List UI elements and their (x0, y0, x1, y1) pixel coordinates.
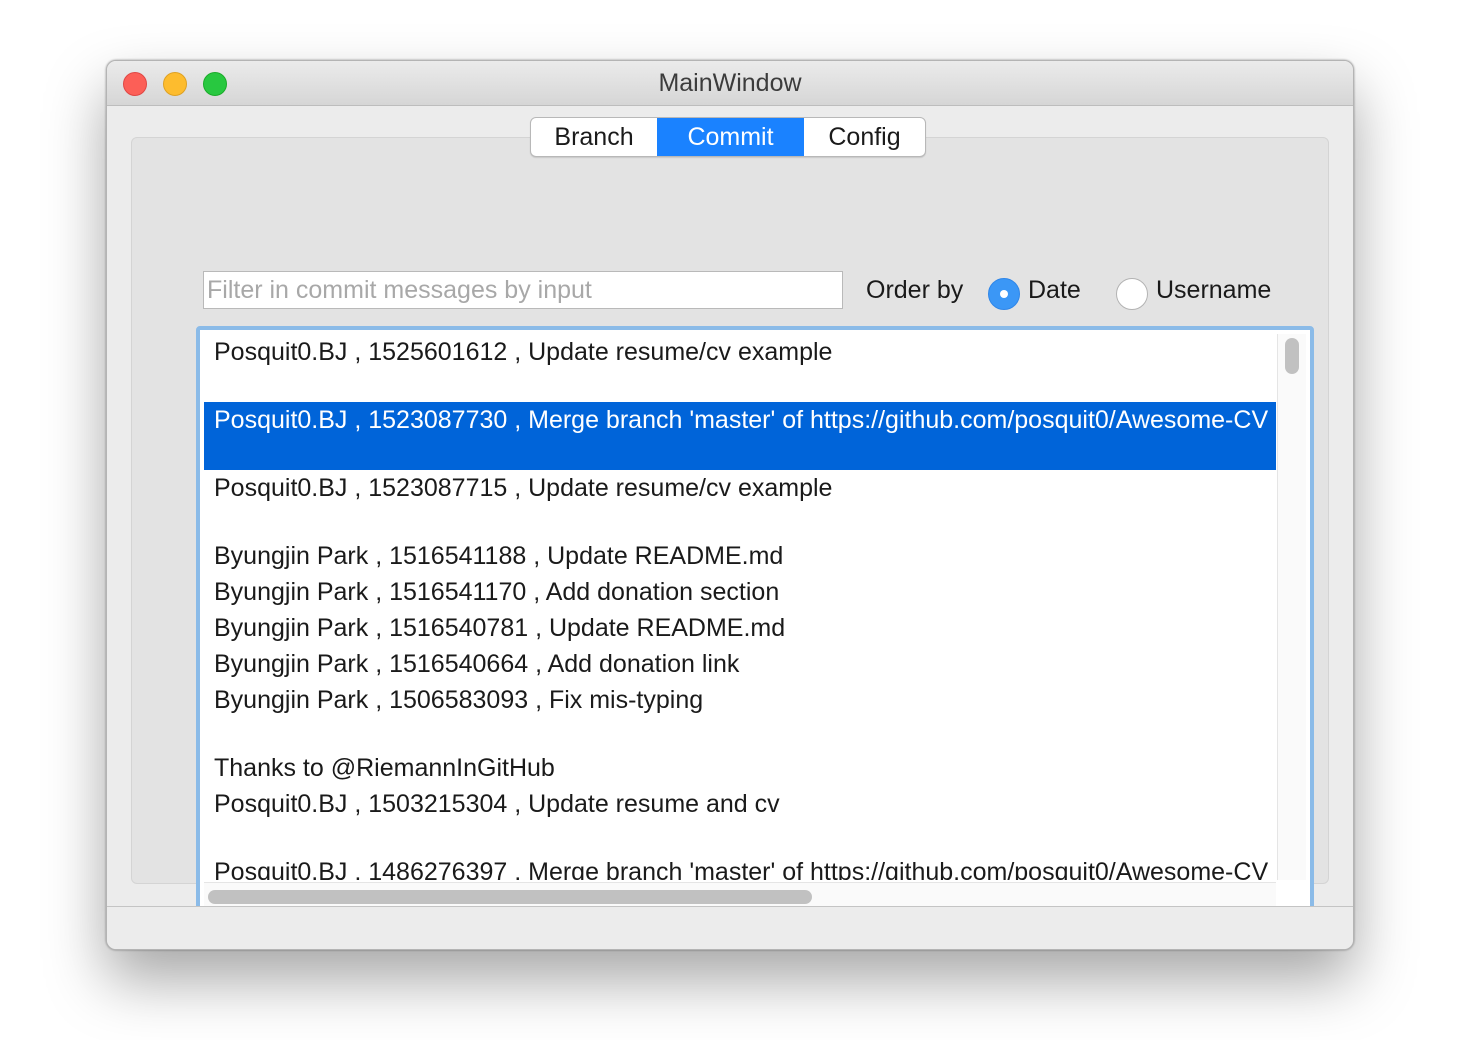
commit-row[interactable]: Byungjin Park , 1516541188 , Update READ… (204, 538, 1276, 574)
commit-row[interactable]: Posquit0.BJ , 1503215304 , Update resume… (204, 786, 1276, 854)
commit-row-text: Posquit0.BJ , 1523087715 , Update resume… (214, 474, 833, 502)
commit-row-text: Posquit0.BJ , 1525601612 , Update resume… (214, 338, 833, 366)
commit-row-text: Posquit0.BJ , 1486276397 , Merge branch … (214, 858, 1269, 880)
commit-row-text: Byungjin Park , 1506583093 , Fix mis-typ… (214, 686, 704, 714)
title-bar[interactable]: MainWindow (107, 61, 1353, 106)
commit-row[interactable]: Byungjin Park , 1516541170 , Add donatio… (204, 574, 1276, 610)
commit-row-text: Byungjin Park , 1516540781 , Update READ… (214, 614, 786, 642)
radio-date-selected-icon[interactable] (988, 278, 1020, 310)
commit-filter-input[interactable] (203, 271, 843, 309)
commit-row[interactable]: Posquit0.BJ , 1525601612 , Update resume… (204, 334, 1276, 402)
commit-row[interactable]: Posquit0.BJ , 1523087730 , Merge branch … (204, 402, 1276, 470)
vertical-scroll-thumb[interactable] (1285, 338, 1299, 374)
order-by-label: Order by (866, 276, 964, 304)
window-title: MainWindow (658, 69, 802, 97)
commit-row[interactable]: Byungjin Park , 1516540781 , Update READ… (204, 610, 1276, 646)
tab-config[interactable]: Config (804, 118, 925, 156)
commit-row-blank-line (214, 718, 1276, 750)
commit-row-blank-line (214, 438, 1276, 470)
commit-list[interactable]: Posquit0.BJ , 1525601612 , Update resume… (196, 326, 1314, 919)
tab-branch[interactable]: Branch (531, 118, 657, 156)
tab-content-panel: Order by Date Username Posquit0.BJ , 152… (131, 137, 1329, 919)
commit-row-text: Byungjin Park , 1516541188 , Update READ… (214, 542, 784, 570)
commit-row-blank-line (214, 506, 1276, 538)
tab-bar: Branch Commit Config (530, 117, 926, 157)
commit-row[interactable]: Posquit0.BJ , 1486276397 , Merge branch … (204, 854, 1276, 880)
main-window: MainWindow Order by Date Username Posqui… (106, 60, 1354, 950)
radio-username-icon[interactable] (1116, 278, 1148, 310)
commit-list-viewport: Posquit0.BJ , 1525601612 , Update resume… (204, 334, 1276, 880)
commit-row[interactable]: Byungjin Park , 1506583093 , Fix mis-typ… (204, 682, 1276, 786)
commit-row-text: Thanks to @RiemannInGitHub (214, 754, 555, 782)
commit-row-blank-line (214, 370, 1276, 402)
commit-row-text: Posquit0.BJ , 1523087730 , Merge branch … (214, 406, 1269, 434)
commit-row-blank-line (214, 822, 1276, 854)
commit-row-text: Byungjin Park , 1516541170 , Add donatio… (214, 578, 780, 606)
commit-row-text: Posquit0.BJ , 1503215304 , Update resume… (214, 790, 780, 818)
vertical-scrollbar[interactable] (1277, 334, 1306, 880)
commit-row[interactable]: Byungjin Park , 1516540664 , Add donatio… (204, 646, 1276, 682)
status-bar (107, 906, 1353, 949)
radio-username-label[interactable]: Username (1156, 276, 1271, 305)
commit-row[interactable]: Posquit0.BJ , 1523087715 , Update resume… (204, 470, 1276, 538)
radio-date-label[interactable]: Date (1028, 276, 1081, 305)
horizontal-scroll-thumb[interactable] (208, 890, 812, 904)
commit-row-text: Byungjin Park , 1516540664 , Add donatio… (214, 650, 740, 678)
tab-commit[interactable]: Commit (657, 118, 804, 156)
